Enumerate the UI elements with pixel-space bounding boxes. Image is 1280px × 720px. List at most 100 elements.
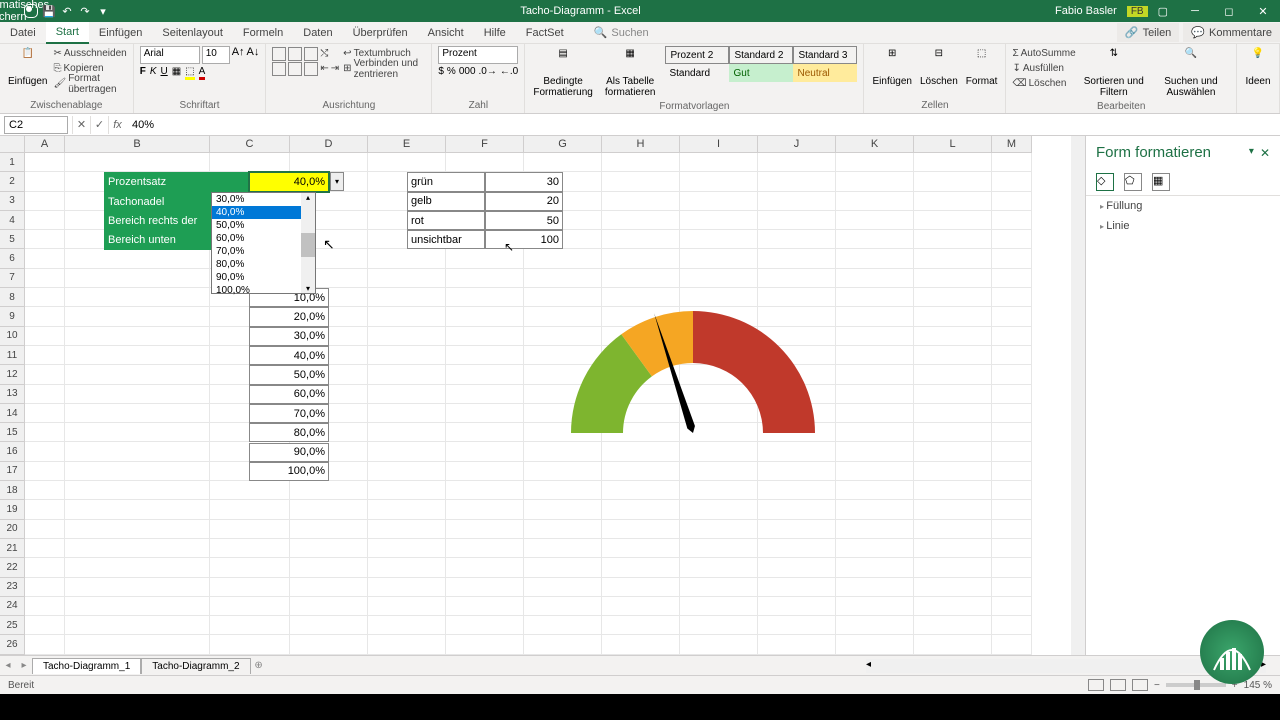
column-header[interactable]: C xyxy=(210,136,290,153)
grid-cell[interactable] xyxy=(602,192,680,211)
grid-cell[interactable] xyxy=(836,558,914,577)
pane-dropdown-icon[interactable]: ▾ xyxy=(1249,146,1254,160)
row-header[interactable]: 13 xyxy=(0,385,25,404)
grid-cell[interactable] xyxy=(65,404,210,423)
grid-cell[interactable] xyxy=(992,597,1032,616)
grid-cell[interactable] xyxy=(446,346,524,365)
grid-cell[interactable] xyxy=(210,269,290,288)
grid-cell[interactable] xyxy=(836,481,914,500)
sheet-tab-1[interactable]: Tacho-Diagramm_1 xyxy=(32,658,141,674)
list-cell[interactable]: 80,0% xyxy=(249,423,329,442)
grid-cell[interactable] xyxy=(446,539,524,558)
grid-cell[interactable] xyxy=(368,153,446,172)
grid-cell[interactable] xyxy=(446,616,524,635)
grid-cell[interactable] xyxy=(992,423,1032,442)
grid-cell[interactable] xyxy=(65,288,210,307)
fill-button[interactable]: ↧ Ausfüllen xyxy=(1012,61,1075,76)
grid-cell[interactable] xyxy=(992,635,1032,654)
grid-cell[interactable] xyxy=(446,558,524,577)
grid-cell[interactable] xyxy=(524,365,602,384)
grid-cell[interactable] xyxy=(914,365,992,384)
grid-cell[interactable] xyxy=(368,346,446,365)
view-pagebreak-button[interactable] xyxy=(1132,679,1148,691)
cell-b5[interactable]: Bereich unten xyxy=(104,230,249,250)
format-cells-button[interactable]: ⬚Format xyxy=(964,46,1000,89)
pane-fill-line-icon[interactable]: ◇ xyxy=(1096,173,1114,191)
merge-center-button[interactable]: ⊞ Verbinden und zentrieren xyxy=(343,61,425,76)
grid-cell[interactable] xyxy=(836,230,914,249)
grid-cell[interactable] xyxy=(368,520,446,539)
grid-cell[interactable] xyxy=(836,307,914,326)
grid-cell[interactable] xyxy=(602,423,680,442)
grid-cell[interactable] xyxy=(65,385,210,404)
grid-cell[interactable] xyxy=(836,616,914,635)
grid-cell[interactable] xyxy=(680,172,758,191)
table2-value[interactable]: 50 xyxy=(485,211,563,230)
grid-cell[interactable] xyxy=(210,500,290,519)
grid-cell[interactable] xyxy=(680,230,758,249)
grid-cell[interactable] xyxy=(65,481,210,500)
grid-cell[interactable] xyxy=(446,307,524,326)
grid-cell[interactable] xyxy=(602,269,680,288)
grid-cell[interactable] xyxy=(368,307,446,326)
number-format-select[interactable]: Prozent xyxy=(438,46,518,64)
grid-cell[interactable] xyxy=(602,230,680,249)
grid-cell[interactable] xyxy=(446,500,524,519)
tab-daten[interactable]: Daten xyxy=(293,23,342,43)
grid-cell[interactable] xyxy=(680,481,758,500)
grid-cell[interactable] xyxy=(65,442,210,461)
column-header[interactable]: I xyxy=(680,136,758,153)
grid-cell[interactable] xyxy=(210,153,290,172)
grid-cell[interactable] xyxy=(290,578,368,597)
grid-cell[interactable] xyxy=(602,635,680,654)
table2-label[interactable]: grün xyxy=(407,172,485,191)
grid-cell[interactable] xyxy=(290,616,368,635)
grid-cell[interactable] xyxy=(290,520,368,539)
grid-cell[interactable] xyxy=(602,346,680,365)
grid-cell[interactable] xyxy=(914,423,992,442)
grid-cell[interactable] xyxy=(524,539,602,558)
grid-cell[interactable] xyxy=(602,558,680,577)
grid-cell[interactable] xyxy=(758,539,836,558)
list-cell[interactable]: 40,0% xyxy=(249,346,329,365)
grid-cell[interactable] xyxy=(758,346,836,365)
font-size-select[interactable]: 10 xyxy=(202,46,230,64)
grid-cell[interactable] xyxy=(210,481,290,500)
grid-cell[interactable] xyxy=(368,288,446,307)
grid-cell[interactable] xyxy=(836,192,914,211)
cancel-formula-button[interactable]: ✕ xyxy=(72,116,90,134)
redo-icon[interactable]: ↷ xyxy=(78,4,92,18)
increase-font-icon[interactable]: A↑ xyxy=(232,46,245,64)
list-cell[interactable]: 60,0% xyxy=(249,385,329,404)
comma-button[interactable]: 000 xyxy=(459,66,476,77)
grid-cell[interactable] xyxy=(446,462,524,481)
row-header[interactable]: 12 xyxy=(0,365,25,384)
grid-cell[interactable] xyxy=(446,365,524,384)
grid-cell[interactable] xyxy=(25,442,65,461)
grid-cell[interactable] xyxy=(914,192,992,211)
insert-function-button[interactable]: fx xyxy=(108,116,126,134)
comments-button[interactable]: 💬 Kommentare xyxy=(1183,23,1280,42)
grid-cell[interactable] xyxy=(680,404,758,423)
grid-cell[interactable] xyxy=(914,385,992,404)
grid-cell[interactable] xyxy=(680,385,758,404)
grid-cell[interactable] xyxy=(368,597,446,616)
grid-cell[interactable] xyxy=(446,404,524,423)
grid-cell[interactable] xyxy=(290,635,368,654)
cell-b4[interactable]: Bereich rechts der xyxy=(104,211,249,231)
align-left-icon[interactable] xyxy=(272,62,286,76)
row-header[interactable]: 14 xyxy=(0,404,25,423)
grid-cell[interactable] xyxy=(992,404,1032,423)
grid-cell[interactable] xyxy=(914,211,992,230)
grid-cell[interactable] xyxy=(680,520,758,539)
delete-cells-button[interactable]: ⊟Löschen xyxy=(918,46,960,89)
grid-cell[interactable] xyxy=(524,635,602,654)
sheet-tab-2[interactable]: Tacho-Diagramm_2 xyxy=(141,658,250,674)
grid-cell[interactable] xyxy=(836,635,914,654)
grid-cell[interactable] xyxy=(524,616,602,635)
grid-cell[interactable] xyxy=(210,597,290,616)
grid-cell[interactable] xyxy=(992,500,1032,519)
grid-cell[interactable] xyxy=(210,578,290,597)
conditional-formatting-button[interactable]: ▤Bedingte Formatierung xyxy=(531,46,594,100)
worksheet[interactable]: ABCDEFGHIJKLM 12345678910111213141516171… xyxy=(0,136,1085,655)
